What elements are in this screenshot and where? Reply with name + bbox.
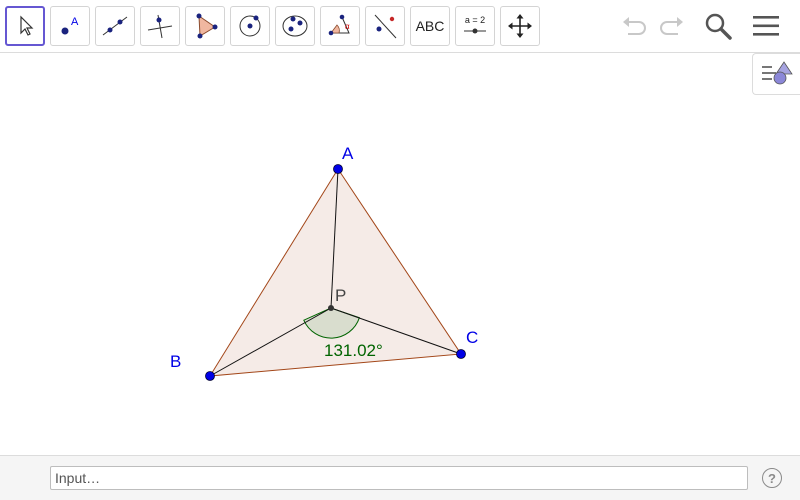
input-bar: ? [0, 455, 800, 500]
construction-canvas: A B C P 131.02° [170, 144, 478, 381]
text-tool-button[interactable]: ABC [410, 6, 450, 46]
slider-tool-button[interactable]: a = 2 [455, 6, 495, 46]
undo-icon [623, 17, 646, 35]
search-button[interactable] [700, 8, 736, 44]
point-b-label: B [170, 352, 181, 371]
text-icon: ABC [415, 18, 445, 34]
ellipse-icon [282, 15, 308, 37]
angle-tool-button[interactable]: α [320, 6, 360, 46]
point-icon: A [61, 16, 79, 35]
point-p-label: P [335, 286, 346, 305]
angle-value-label: 131.02° [324, 341, 383, 360]
toolbar: A α ABC a = 2 [0, 0, 800, 53]
point-a[interactable] [333, 164, 343, 174]
point-b[interactable] [205, 371, 215, 381]
slider-icon: a = 2 [464, 15, 486, 34]
move-graphics-tool-button[interactable] [500, 6, 540, 46]
cursor-arrow-icon [20, 15, 34, 36]
polygon-icon [196, 13, 218, 39]
svg-text:α: α [345, 22, 350, 31]
conic-tool-button[interactable] [275, 6, 315, 46]
point-c-label: C [466, 328, 478, 347]
redo-icon [660, 17, 683, 35]
point-a-label: A [342, 144, 354, 163]
circle-center-point-icon [239, 15, 261, 37]
geogebra-app: A α ABC a = 2 A B C P 131.02° Input… ? [0, 0, 800, 500]
reflect-tool-button[interactable] [365, 6, 405, 46]
algebra-input-field[interactable] [50, 466, 748, 490]
input-help-button[interactable]: ? [762, 468, 782, 488]
perpendicular-tool-button[interactable] [140, 6, 180, 46]
point-tool-letter: A [71, 16, 79, 28]
perpendicular-line-icon [147, 14, 173, 39]
graphics-view[interactable]: A B C P 131.02° [0, 53, 800, 455]
angle-icon: α [328, 14, 350, 36]
line-tool-button[interactable] [95, 6, 135, 46]
point-p[interactable] [328, 305, 334, 311]
menu-icon [753, 16, 779, 36]
redo-button[interactable] [654, 8, 690, 44]
undo-button[interactable] [616, 8, 652, 44]
point-c[interactable] [456, 349, 466, 359]
slider-label: a = 2 [465, 15, 485, 25]
help-icon: ? [768, 470, 776, 486]
search-icon [705, 13, 732, 40]
line-through-two-points-icon [102, 16, 128, 36]
move-graphics-view-icon [508, 14, 532, 38]
polygon-tool-button[interactable] [185, 6, 225, 46]
point-tool-button[interactable]: A [50, 6, 90, 46]
move-tool-button[interactable] [5, 6, 45, 46]
main-menu-button[interactable] [748, 8, 784, 44]
circle-tool-button[interactable] [230, 6, 270, 46]
reflect-about-line-icon [374, 14, 397, 39]
